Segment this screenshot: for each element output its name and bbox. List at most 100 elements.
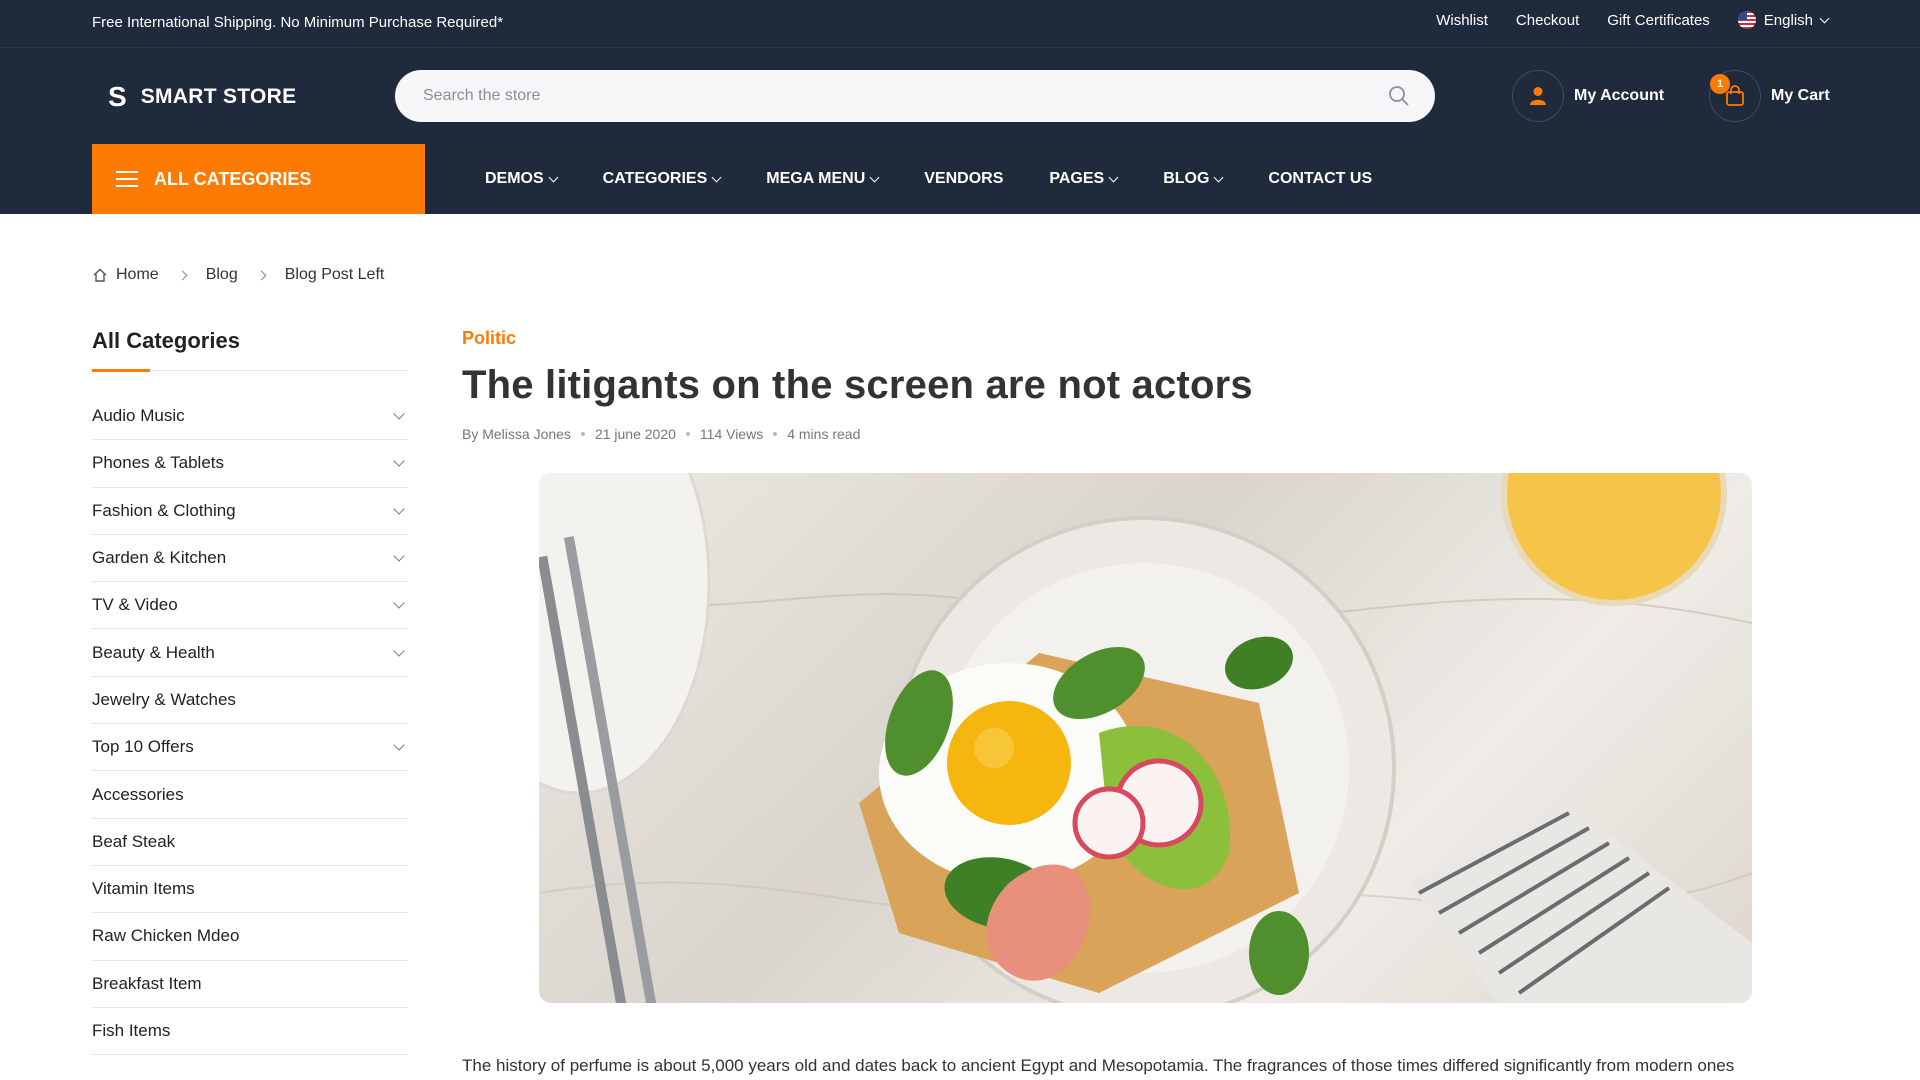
category-label: Vitamin Items bbox=[92, 879, 195, 899]
chevron-down-icon bbox=[1213, 172, 1224, 182]
category-sidebar: All Categories Audio Music Phones & Tabl… bbox=[92, 328, 407, 1056]
article-title: The litigants on the screen are not acto… bbox=[462, 363, 1253, 407]
chevron-down-icon[interactable] bbox=[393, 503, 405, 515]
chevron-down-icon[interactable] bbox=[393, 644, 405, 657]
nav-item-demos[interactable]: DEMOS bbox=[485, 170, 559, 188]
article-meta: By Melissa Jones 21 june 2020 114 Views … bbox=[462, 426, 1882, 442]
search-bar bbox=[395, 70, 1435, 122]
category-item-breakfast-item[interactable]: Breakfast Item bbox=[92, 961, 407, 1008]
cart-icon-circle: 1 bbox=[1709, 70, 1761, 122]
category-item-fish-items[interactable]: Fish Items bbox=[92, 1008, 407, 1056]
category-label: Beauty & Health bbox=[92, 642, 215, 662]
nav-item-label: PAGES bbox=[1049, 170, 1105, 187]
category-item-garden-kitchen[interactable]: Garden & Kitchen bbox=[92, 535, 407, 583]
breakfast-plate-illustration bbox=[539, 473, 1752, 1003]
gift-certificates-link[interactable]: Gift Certificates bbox=[1607, 12, 1710, 29]
article-author[interactable]: By Melissa Jones bbox=[462, 426, 571, 442]
category-item-jewelry-watches[interactable]: Jewelry & Watches bbox=[92, 677, 407, 725]
nav-item-label: CONTACT US bbox=[1268, 170, 1373, 187]
nav-item-label: DEMOS bbox=[485, 170, 544, 187]
chevron-down-icon[interactable] bbox=[393, 597, 405, 609]
nav-item-contact-us[interactable]: CONTACT US bbox=[1268, 170, 1372, 188]
account-icon-circle bbox=[1512, 70, 1564, 122]
language-selector[interactable]: English bbox=[1737, 11, 1830, 29]
article-date: 21 june 2020 bbox=[594, 426, 676, 442]
chevron-down-icon bbox=[711, 172, 722, 182]
top-links: Wishlist Checkout Gift Certificates Engl… bbox=[1436, 11, 1830, 29]
home-icon[interactable] bbox=[92, 267, 108, 283]
category-item-tv-video[interactable]: TV & Video bbox=[92, 582, 407, 630]
my-account-label: My Account bbox=[1574, 87, 1665, 104]
blog-article: Politic The litigants on the screen are … bbox=[462, 328, 1882, 1075]
category-label: Breakfast Item bbox=[92, 973, 202, 993]
category-item-vitamin-items[interactable]: Vitamin Items bbox=[92, 866, 407, 914]
category-item-raw-chicken-mdeo[interactable]: Raw Chicken Mdeo bbox=[92, 913, 407, 961]
category-item-beauty-health[interactable]: Beauty & Health bbox=[92, 629, 407, 677]
category-label: Fish Items bbox=[92, 1021, 171, 1040]
meta-separator bbox=[580, 432, 585, 436]
nav-item-pages[interactable]: PAGES bbox=[1049, 170, 1119, 188]
nav-item-blog[interactable]: BLOG bbox=[1163, 170, 1224, 188]
article-body: The history of perfume is about 5,000 ye… bbox=[462, 1056, 1735, 1075]
breadcrumb-home[interactable]: Home bbox=[116, 266, 159, 284]
my-cart-label: My Cart bbox=[1771, 87, 1830, 104]
category-label: Phones & Tablets bbox=[92, 453, 224, 473]
breadcrumb: Home Blog Blog Post Left bbox=[92, 266, 384, 284]
nav-item-label: BLOG bbox=[1163, 170, 1210, 187]
article-category-tag[interactable]: Politic bbox=[462, 328, 1882, 349]
nav-item-label: VENDORS bbox=[924, 170, 1004, 187]
nav-item-label: MEGA MENU bbox=[766, 170, 866, 187]
nav-menu: DEMOS CATEGORIES MEGA MENU VENDORS PAGES… bbox=[485, 144, 1372, 214]
category-list: Audio Music Phones & Tablets Fashion & C… bbox=[92, 393, 407, 1056]
category-item-top-10-offers[interactable]: Top 10 Offers bbox=[92, 724, 407, 772]
chevron-down-icon bbox=[869, 172, 880, 182]
category-label: Top 10 Offers bbox=[92, 737, 194, 757]
top-bar: Free International Shipping. No Minimum … bbox=[0, 0, 1920, 48]
chevron-down-icon bbox=[1819, 13, 1830, 23]
nav-item-mega-menu[interactable]: MEGA MENU bbox=[766, 170, 880, 188]
my-account-button[interactable]: My Account bbox=[1512, 70, 1664, 122]
category-item-audio-music[interactable]: Audio Music bbox=[92, 393, 407, 441]
category-label: Jewelry & Watches bbox=[92, 689, 236, 709]
wishlist-link[interactable]: Wishlist bbox=[1436, 12, 1488, 29]
header: S SMART STORE My Account 1 My Cart bbox=[0, 48, 1920, 144]
category-label: Beaf Steak bbox=[92, 831, 176, 851]
article-views: 114 Views bbox=[699, 426, 764, 442]
chevron-down-icon bbox=[1108, 172, 1119, 182]
meta-separator bbox=[773, 432, 778, 436]
user-icon bbox=[1530, 87, 1546, 105]
category-item-accessories[interactable]: Accessories bbox=[92, 771, 407, 819]
article-read-time: 4 mins read bbox=[787, 426, 861, 442]
logo[interactable]: S SMART STORE bbox=[108, 81, 296, 113]
logo-name: SMART STORE bbox=[140, 85, 297, 108]
chevron-down-icon[interactable] bbox=[393, 455, 405, 468]
category-label: Raw Chicken Mdeo bbox=[92, 926, 240, 946]
breadcrumb-blog[interactable]: Blog bbox=[206, 266, 238, 284]
category-label: Fashion & Clothing bbox=[92, 500, 236, 520]
category-item-fashion-clothing[interactable]: Fashion & Clothing bbox=[92, 488, 407, 535]
sidebar-title: All Categories bbox=[92, 328, 407, 372]
all-categories-label: ALL CATEGORIES bbox=[154, 168, 312, 189]
search-input[interactable] bbox=[423, 70, 1363, 122]
chevron-right-icon bbox=[177, 270, 188, 280]
chevron-down-icon[interactable] bbox=[393, 408, 405, 420]
chevron-down-icon bbox=[548, 172, 559, 182]
nav-item-vendors[interactable]: VENDORS bbox=[924, 170, 1003, 188]
article-hero-image bbox=[539, 473, 1752, 1003]
checkout-link[interactable]: Checkout bbox=[1516, 12, 1579, 29]
category-item-beaf-steak[interactable]: Beaf Steak bbox=[92, 819, 407, 866]
nav-item-categories[interactable]: CATEGORIES bbox=[603, 170, 722, 188]
all-categories-button[interactable]: ALL CATEGORIES bbox=[92, 144, 425, 214]
us-flag-icon bbox=[1737, 11, 1756, 29]
category-item-phones-tablets[interactable]: Phones & Tablets bbox=[92, 440, 407, 488]
breadcrumb-current: Blog Post Left bbox=[284, 266, 385, 283]
chevron-down-icon[interactable] bbox=[393, 739, 405, 751]
chevron-down-icon[interactable] bbox=[393, 550, 405, 562]
language-label: English bbox=[1763, 11, 1813, 29]
search-icon[interactable] bbox=[1387, 84, 1411, 108]
my-cart-button[interactable]: 1 My Cart bbox=[1709, 70, 1830, 122]
meta-separator bbox=[685, 432, 690, 436]
main-nav: ALL CATEGORIES DEMOS CATEGORIES MEGA MEN… bbox=[0, 144, 1920, 214]
shipping-promo-text: Free International Shipping. No Minimum … bbox=[92, 14, 504, 31]
chevron-right-icon bbox=[256, 270, 267, 280]
